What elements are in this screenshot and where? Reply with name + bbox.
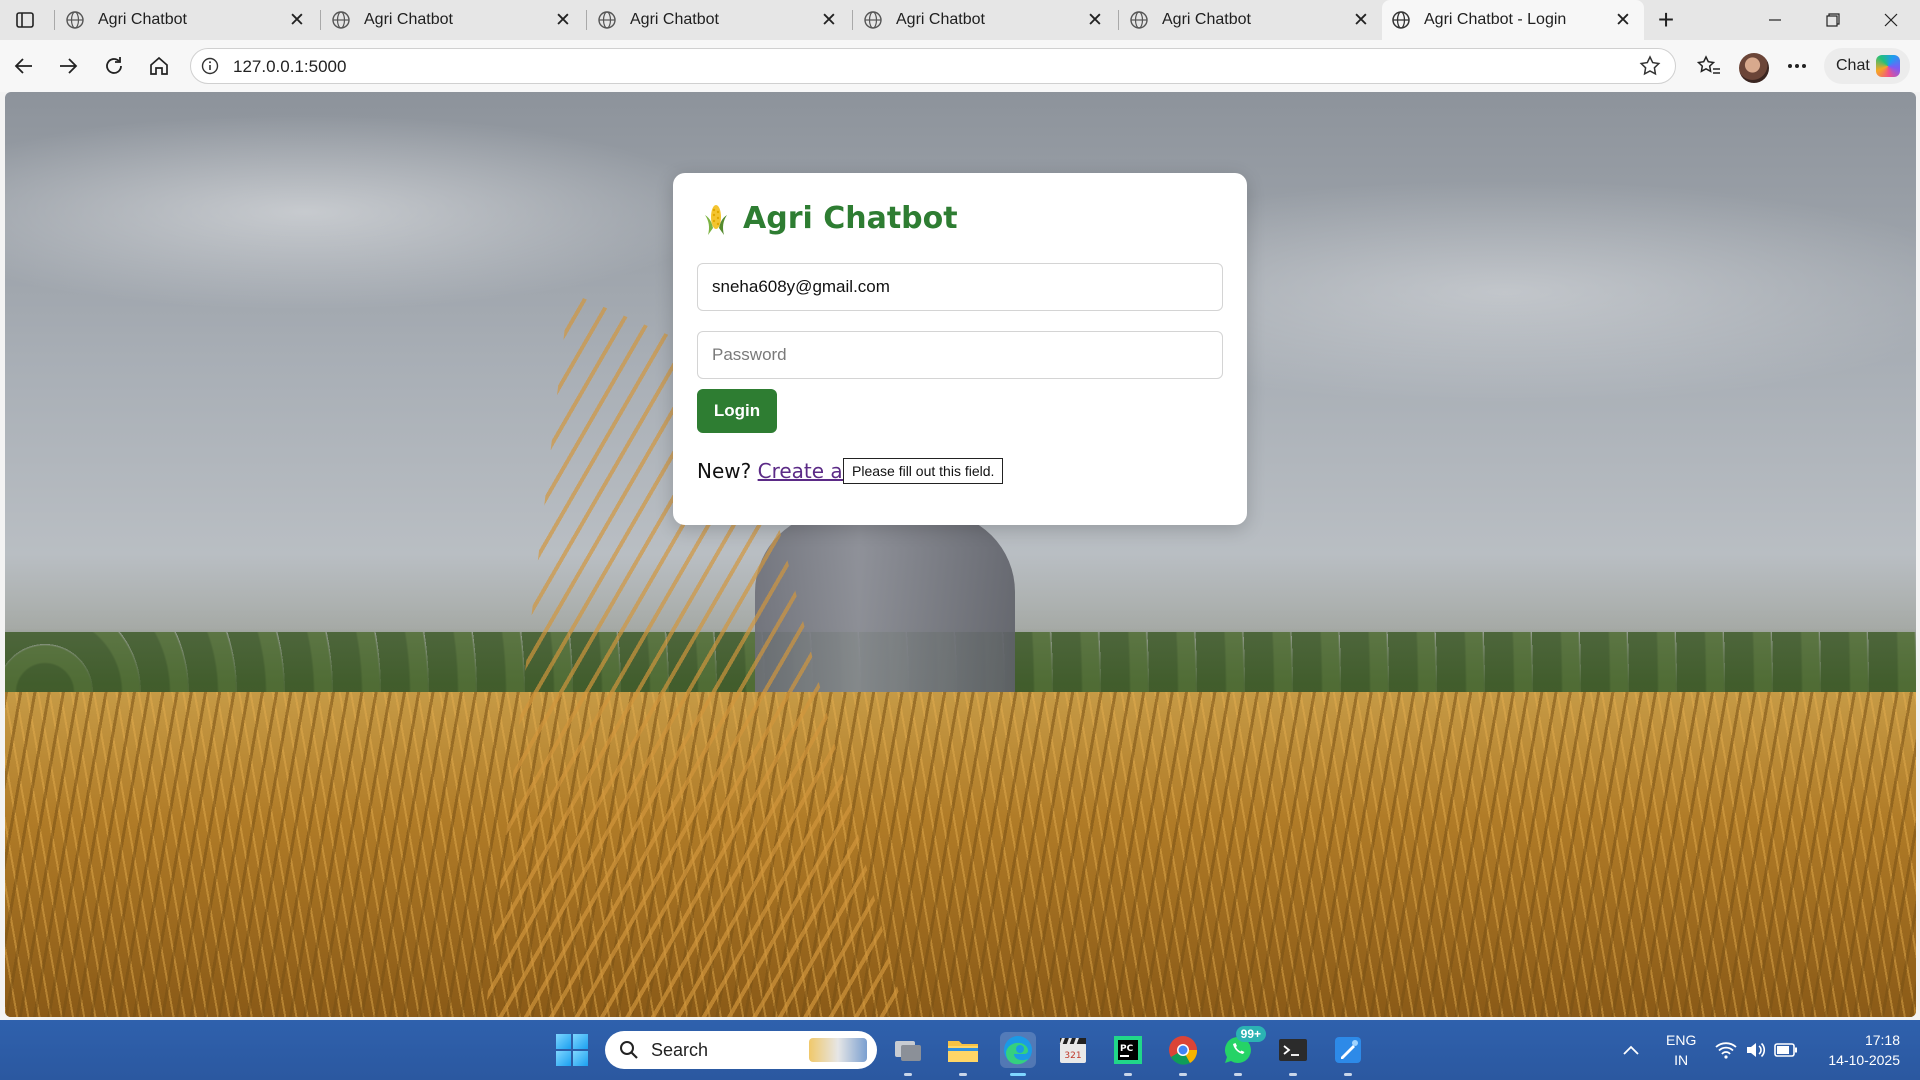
restore-button[interactable] — [1810, 0, 1856, 40]
lang-code: ENG — [1666, 1032, 1697, 1048]
site-info-icon[interactable] — [201, 57, 219, 75]
tab-5[interactable]: Agri Chatbot ✕ — [1120, 0, 1382, 40]
refresh-icon[interactable] — [98, 50, 130, 82]
favorites-icon[interactable] — [1693, 50, 1725, 82]
close-window-button[interactable] — [1868, 0, 1914, 40]
close-icon[interactable]: ✕ — [1612, 9, 1634, 31]
windows-taskbar: Search 321 PC 99+ ENG IN 17:18 14-10-202… — [0, 1020, 1920, 1080]
close-icon[interactable]: ✕ — [1084, 9, 1106, 31]
profile-avatar[interactable] — [1739, 53, 1769, 83]
globe-icon — [596, 9, 618, 31]
running-indicator — [1179, 1073, 1187, 1076]
tab-separator — [852, 10, 853, 30]
close-icon[interactable]: ✕ — [818, 9, 840, 31]
terminal-icon[interactable] — [1275, 1032, 1311, 1076]
tab-separator — [320, 10, 321, 30]
clock-date: 14-10-2025 — [1828, 1052, 1900, 1068]
tab-title: Agri Chatbot — [630, 11, 719, 28]
tab-1[interactable]: Agri Chatbot ✕ — [56, 0, 318, 40]
input-language[interactable]: ENG IN — [1666, 1030, 1696, 1070]
login-button[interactable]: Login — [697, 389, 777, 433]
corn-icon — [703, 202, 729, 236]
running-indicator — [1344, 1073, 1352, 1076]
tab-separator — [586, 10, 587, 30]
tab-actions-icon[interactable] — [12, 8, 38, 32]
svg-text:PC: PC — [1120, 1044, 1134, 1054]
edge-browser-icon[interactable] — [1000, 1032, 1036, 1076]
email-field[interactable]: sneha608y@gmail.com — [697, 263, 1223, 311]
tab-6-active[interactable]: Agri Chatbot - Login ✕ — [1382, 0, 1644, 40]
tab-separator — [1118, 10, 1119, 30]
browser-toolbar: 127.0.0.1:5000 Chat — [0, 40, 1920, 92]
pycharm-icon[interactable]: PC — [1110, 1032, 1146, 1076]
login-card: Agri Chatbot sneha608y@gmail.com Passwor… — [673, 173, 1247, 525]
tab-2[interactable]: Agri Chatbot ✕ — [322, 0, 584, 40]
minimize-button[interactable] — [1752, 0, 1798, 40]
system-clock[interactable]: 17:18 14-10-2025 — [1818, 1030, 1900, 1070]
running-indicator — [1124, 1073, 1132, 1076]
clock-time: 17:18 — [1864, 1032, 1900, 1048]
windows-start-icon[interactable] — [556, 1034, 588, 1066]
search-label: Search — [651, 1039, 709, 1060]
task-view-icon[interactable] — [890, 1032, 926, 1076]
clapperboard-app-icon[interactable]: 321 — [1055, 1032, 1091, 1068]
running-indicator — [1010, 1073, 1026, 1076]
running-indicator — [904, 1073, 912, 1076]
forward-arrow-icon[interactable] — [52, 50, 84, 82]
chevron-up-icon[interactable] — [1613, 1032, 1649, 1068]
tab-title: Agri Chatbot - Login — [1424, 11, 1567, 28]
new-tab-button[interactable]: + — [1652, 4, 1680, 35]
running-indicator — [959, 1073, 967, 1076]
globe-icon — [862, 9, 884, 31]
chrome-icon[interactable] — [1165, 1032, 1201, 1076]
tab-title: Agri Chatbot — [98, 11, 187, 28]
background-wheat-field — [5, 692, 1916, 1017]
tab-title: Agri Chatbot — [1162, 11, 1251, 28]
close-icon[interactable]: ✕ — [1350, 9, 1372, 31]
svg-text:321: 321 — [1064, 1051, 1081, 1061]
favorite-star-icon[interactable] — [1639, 55, 1661, 77]
whatsapp-icon[interactable]: 99+ — [1220, 1026, 1266, 1076]
file-explorer-icon[interactable] — [945, 1032, 981, 1076]
login-header: Agri Chatbot — [703, 201, 958, 236]
page-viewport: Agri Chatbot sneha608y@gmail.com Passwor… — [5, 92, 1916, 1017]
tab-separator — [54, 10, 55, 30]
running-indicator — [1234, 1073, 1242, 1076]
validation-tooltip: Please fill out this field. — [843, 458, 1004, 484]
back-arrow-icon[interactable] — [8, 50, 40, 82]
url-text: 127.0.0.1:5000 — [233, 57, 347, 76]
tab-strip: Agri Chatbot ✕ Agri Chatbot ✕ Agri Chatb… — [0, 0, 1920, 40]
tab-4[interactable]: Agri Chatbot ✕ — [854, 0, 1116, 40]
chat-label: Chat — [1836, 57, 1870, 74]
copilot-chat-button[interactable]: Chat — [1824, 48, 1910, 84]
search-icon — [620, 1041, 638, 1059]
close-icon[interactable]: ✕ — [286, 9, 308, 31]
close-icon[interactable]: ✕ — [552, 9, 574, 31]
lang-region: IN — [1674, 1052, 1689, 1068]
paint-app-icon[interactable] — [1330, 1032, 1366, 1076]
tab-3[interactable]: Agri Chatbot ✕ — [588, 0, 850, 40]
taskbar-search[interactable]: Search — [605, 1031, 877, 1069]
globe-icon — [330, 9, 352, 31]
search-highlight-icon — [809, 1038, 867, 1062]
globe-icon — [64, 9, 86, 31]
tab-title: Agri Chatbot — [364, 11, 453, 28]
running-indicator — [1289, 1073, 1297, 1076]
home-icon[interactable] — [143, 50, 175, 82]
tab-title: Agri Chatbot — [896, 11, 985, 28]
address-bar[interactable]: 127.0.0.1:5000 — [190, 48, 1676, 84]
globe-icon — [1390, 9, 1412, 31]
battery-icon[interactable] — [1768, 1032, 1804, 1068]
signup-prompt-text: New? — [697, 459, 752, 483]
globe-icon — [1128, 9, 1150, 31]
notification-badge: 99+ — [1235, 1026, 1266, 1042]
copilot-icon — [1876, 55, 1900, 77]
more-options-icon[interactable] — [1781, 50, 1813, 82]
app-title: Agri Chatbot — [743, 201, 958, 236]
password-field[interactable]: Password — [697, 331, 1223, 379]
